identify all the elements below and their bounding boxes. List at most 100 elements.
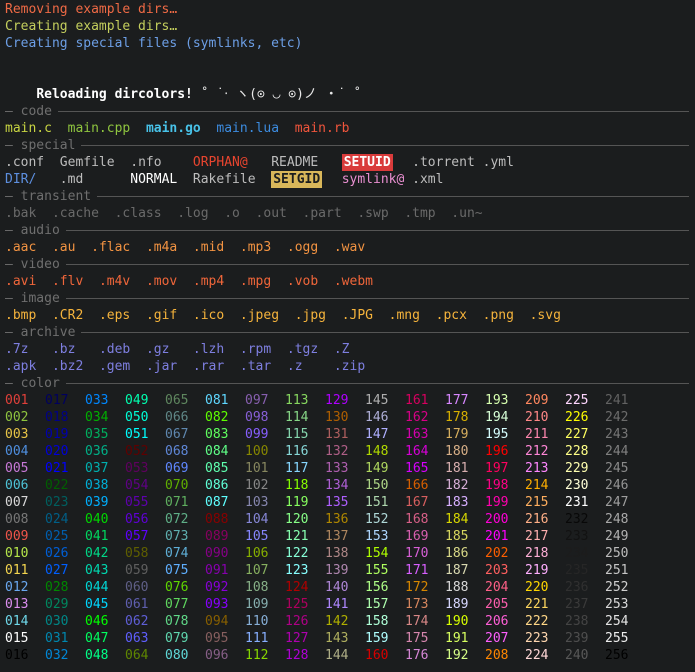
file-entry[interactable]: SETUID (341, 154, 393, 171)
file-entry[interactable]: main.cpp (68, 120, 131, 137)
file-entry[interactable]: .gif (146, 307, 177, 324)
file-entry[interactable]: .mp4 (193, 273, 224, 290)
file-entry[interactable]: .swp (357, 205, 388, 222)
file-row: .apk .bz2 .gem .jar .rar .tar .z .zip (5, 358, 695, 375)
color-code: 197 (485, 461, 509, 476)
color-code: 023 (45, 495, 69, 510)
color-code: 215 (525, 495, 549, 510)
file-entry[interactable]: .mp3 (240, 239, 271, 256)
file-entry[interactable]: .rar (193, 358, 224, 375)
file-entry[interactable]: .eps (99, 307, 130, 324)
file-entry[interactable]: .bz2 (52, 358, 83, 375)
file-entry[interactable]: .mng (389, 307, 420, 324)
file-entry[interactable]: .un~ (451, 205, 482, 222)
terminal-window[interactable]: Removing example dirs… Creating example d… (0, 0, 695, 672)
file-entry[interactable]: .m4a (146, 239, 177, 256)
file-entry[interactable]: main.lua (216, 120, 279, 137)
file-entry[interactable]: .png (483, 307, 514, 324)
file-entry[interactable]: .7z (5, 341, 28, 358)
file-entry[interactable]: .apk (5, 358, 36, 375)
file-entry[interactable]: .conf (5, 154, 44, 171)
file-entry[interactable]: .avi (5, 273, 36, 290)
file-entry[interactable]: main.c (5, 120, 52, 137)
file-entry[interactable]: ORPHAN@ (193, 154, 248, 171)
file-entry[interactable]: .z (287, 358, 303, 375)
file-entry[interactable]: Rakefile (193, 171, 256, 188)
file-entry[interactable]: .flv (52, 273, 83, 290)
color-code: 098 (245, 410, 269, 425)
color-code: 062 (125, 614, 149, 629)
file-entry[interactable]: .ico (193, 307, 224, 324)
color-code: 112 (245, 648, 269, 663)
section-header-video: — video (5, 256, 695, 273)
color-code: 124 (285, 580, 309, 595)
file-entry[interactable]: .rpm (240, 341, 271, 358)
file-entry[interactable]: .jpg (295, 307, 326, 324)
file-entry[interactable]: SETGID (271, 171, 323, 188)
color-code: 177 (445, 393, 469, 408)
file-entry[interactable]: .zip (334, 358, 365, 375)
file-entry[interactable]: .yml (483, 154, 514, 171)
file-entry[interactable]: main.rb (295, 120, 350, 137)
file-entry[interactable]: .pcx (436, 307, 467, 324)
color-code: 117 (285, 461, 309, 476)
file-entry[interactable]: .md (60, 171, 83, 188)
file-entry[interactable]: symlink@ (342, 171, 405, 188)
file-entry[interactable]: .Z (334, 341, 350, 358)
file-entry[interactable]: .class (115, 205, 162, 222)
file-entry[interactable]: .flac (91, 239, 130, 256)
color-code: 167 (405, 495, 429, 510)
color-code: 187 (445, 563, 469, 578)
file-entry[interactable]: .vob (287, 273, 318, 290)
color-code: 186 (445, 546, 469, 561)
section-title: color (20, 376, 60, 391)
file-entry[interactable]: .gz (146, 341, 169, 358)
color-code: 182 (445, 478, 469, 493)
file-entry[interactable]: README (271, 154, 318, 171)
color-code: 021 (45, 461, 69, 476)
file-entry[interactable]: .jar (146, 358, 177, 375)
file-entry[interactable]: .gem (99, 358, 130, 375)
file-entry[interactable]: .part (303, 205, 342, 222)
color-code: 028 (45, 580, 69, 595)
file-entry[interactable]: .mpg (240, 273, 271, 290)
file-entry[interactable]: .cache (52, 205, 99, 222)
file-entry[interactable]: .wav (334, 239, 365, 256)
file-entry[interactable]: Gemfile (60, 154, 115, 171)
color-grid-row: 004 020 036 052 068 084 100 116 132 148 164 180 196 2… (5, 443, 695, 460)
file-entry[interactable]: .log (177, 205, 208, 222)
file-entry[interactable]: .deb (99, 341, 130, 358)
file-entry[interactable]: .o (224, 205, 240, 222)
file-entry[interactable]: .out (256, 205, 287, 222)
file-entry[interactable]: .tgz (287, 341, 318, 358)
file-entry[interactable]: .nfo (130, 154, 161, 171)
file-entry[interactable]: main.go (146, 120, 201, 137)
file-entry[interactable]: .jpeg (240, 307, 279, 324)
file-entry[interactable]: .bmp (5, 307, 36, 324)
color-code: 246 (605, 478, 629, 493)
file-entry[interactable]: .mov (146, 273, 177, 290)
file-entry[interactable]: .bz (52, 341, 75, 358)
color-code: 161 (405, 393, 429, 408)
file-entry[interactable]: .tmp (404, 205, 435, 222)
file-entry[interactable]: .tar (240, 358, 271, 375)
color-code: 128 (285, 648, 309, 663)
file-entry[interactable]: .torrent (412, 154, 475, 171)
color-code: 148 (365, 444, 389, 459)
file-entry[interactable]: .au (52, 239, 75, 256)
file-entry[interactable]: .bak (5, 205, 36, 222)
file-entry[interactable]: NORMAL (130, 171, 177, 188)
file-entry[interactable]: .m4v (99, 273, 130, 290)
color-code: 225 (565, 393, 589, 408)
file-entry[interactable]: .mid (193, 239, 224, 256)
color-code: 232 (565, 512, 589, 527)
file-entry[interactable]: .aac (5, 239, 36, 256)
file-entry[interactable]: DIR/ (5, 171, 36, 188)
file-entry[interactable]: .webm (334, 273, 373, 290)
file-entry[interactable]: .CR2 (52, 307, 83, 324)
file-entry[interactable]: .svg (530, 307, 561, 324)
file-entry[interactable]: .lzh (193, 341, 224, 358)
file-entry[interactable]: .JPG (342, 307, 373, 324)
file-entry[interactable]: .xml (412, 171, 443, 188)
file-entry[interactable]: .ogg (287, 239, 318, 256)
